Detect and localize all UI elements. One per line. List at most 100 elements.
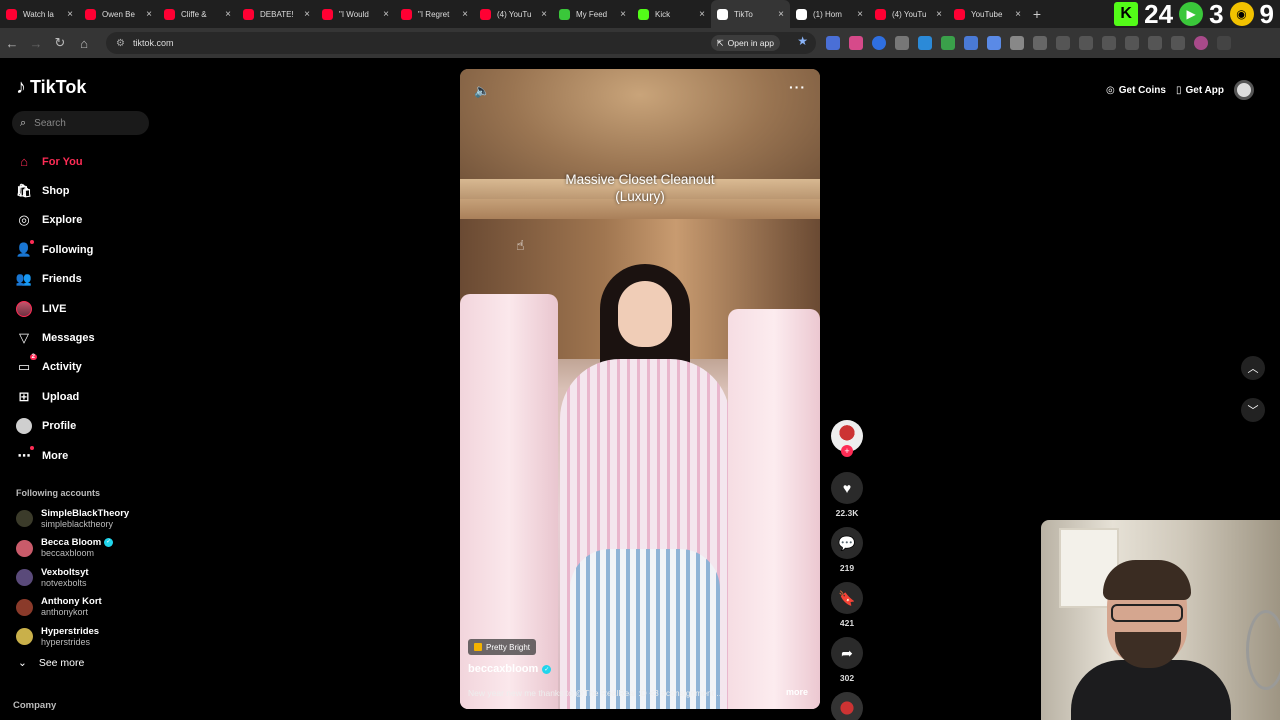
next-video-button[interactable]: ﹀ — [1241, 398, 1265, 422]
sidebar-item-activity[interactable]: ▭ 2 Activity — [16, 353, 95, 382]
close-tab-icon[interactable]: × — [462, 9, 468, 20]
site-info-icon[interactable]: ⚙ — [116, 38, 125, 49]
video-player[interactable]: Massive Closet Cleanout (Luxury) 🔈 ··· ☝… — [460, 69, 820, 709]
close-tab-icon[interactable]: × — [67, 9, 73, 20]
bookmark-star-icon[interactable]: ★ — [797, 34, 808, 48]
browser-tab[interactable]: (1) Hom × — [790, 0, 869, 28]
close-tab-icon[interactable]: × — [857, 9, 863, 20]
close-tab-icon[interactable]: × — [620, 9, 626, 20]
user-avatar[interactable] — [1234, 80, 1254, 100]
extension-icon[interactable] — [1148, 36, 1162, 50]
close-tab-icon[interactable]: × — [1015, 9, 1021, 20]
video-author[interactable]: beccaxbloom ✓ — [468, 663, 552, 675]
volume-icon[interactable]: 🔈 — [474, 83, 490, 99]
browser-tab[interactable]: "I Regret × — [395, 0, 474, 28]
home-icon[interactable]: ⌂ — [72, 36, 96, 51]
see-more-button[interactable]: ⌄ See more — [18, 657, 84, 669]
extension-icon[interactable] — [872, 36, 886, 50]
open-in-app-button[interactable]: ⇱ Open in app — [710, 35, 780, 51]
browser-tab[interactable]: YouTube × — [948, 0, 1027, 28]
sidebar-item-label: For You — [42, 155, 83, 168]
sidebar-icon[interactable] — [1125, 36, 1139, 50]
browser-tab[interactable]: Owen Be × — [79, 0, 158, 28]
close-tab-icon[interactable]: × — [936, 9, 942, 20]
close-tab-icon[interactable]: × — [778, 9, 784, 20]
close-tab-icon[interactable]: × — [383, 9, 389, 20]
sidebar-item-shop[interactable]: 🛍 Shop — [16, 176, 95, 205]
more-icon: ⋯ — [16, 445, 34, 464]
browser-tab[interactable]: (4) YouTu × — [474, 0, 553, 28]
profile-avatar[interactable] — [1194, 36, 1208, 50]
history-icon[interactable] — [1056, 36, 1070, 50]
like-button[interactable]: ♥ — [831, 472, 863, 504]
new-tab-button[interactable]: + — [1027, 6, 1047, 22]
sidebar-item-upload[interactable]: ⊞ Upload — [16, 382, 95, 411]
coin-icon: ◎ — [1106, 84, 1115, 96]
address-bar[interactable]: ⚙ tiktok.com ⇱ Open in app ★ — [106, 32, 816, 54]
close-tab-icon[interactable]: × — [699, 9, 705, 20]
browser-tab[interactable]: Kick × — [632, 0, 711, 28]
sidebar-item-more[interactable]: ⋯ More — [16, 441, 95, 470]
sidebar-item-profile[interactable]: Profile — [16, 412, 95, 441]
forward-icon[interactable]: → — [24, 36, 48, 51]
sidebar-item-explore[interactable]: ◎ Explore — [16, 206, 95, 235]
comment-button[interactable]: 💬 — [831, 527, 863, 559]
reload-icon[interactable]: ↻ — [48, 35, 72, 51]
following-account-item[interactable]: SimpleBlackTheory simpleblacktheory — [16, 504, 129, 534]
extension-icon[interactable] — [964, 36, 978, 50]
extension-icon[interactable] — [987, 36, 1001, 50]
back-icon[interactable]: ← — [0, 36, 24, 51]
sidebar-item-following[interactable]: 👤 Following — [16, 235, 95, 264]
tiktok-logo[interactable]: ♪ TikTok — [16, 76, 86, 99]
browser-tab[interactable]: My Feed × — [553, 0, 632, 28]
sidebar-item-for-you[interactable]: ⌂ For You — [16, 147, 95, 176]
more-options-icon[interactable]: ··· — [789, 79, 806, 95]
get-coins-button[interactable]: ◎ Get Coins — [1106, 85, 1166, 96]
mouse-cursor-icon: ☝ — [516, 237, 525, 253]
extension-icon[interactable] — [1079, 36, 1093, 50]
follow-plus-icon[interactable]: + — [841, 445, 853, 457]
extension-icon[interactable] — [826, 36, 840, 50]
extension-icon[interactable] — [849, 36, 863, 50]
avatar — [16, 539, 33, 557]
browser-tab[interactable]: "I Would × — [316, 0, 395, 28]
following-account-item[interactable]: Hyperstrides hyperstrides — [16, 622, 129, 652]
extension-icon[interactable] — [895, 36, 909, 50]
close-tab-icon[interactable]: × — [541, 9, 547, 20]
share-button[interactable]: ➦ — [831, 637, 863, 669]
media-icon[interactable] — [1171, 36, 1185, 50]
sidebar-item-friends[interactable]: 👥 Friends — [16, 265, 95, 294]
tiktok-note-icon: ♪ — [16, 76, 26, 98]
close-tab-icon[interactable]: × — [304, 9, 310, 20]
following-account-item[interactable]: Anthony Kort anthonykort — [16, 593, 129, 623]
music-tag[interactable]: Pretty Bright — [468, 639, 537, 655]
browser-tab[interactable]: Watch la × — [0, 0, 79, 28]
get-app-button[interactable]: ▯ Get App — [1176, 85, 1224, 96]
description-more-link[interactable]: more — [786, 687, 808, 697]
sidebar-item-messages[interactable]: ▽ Messages — [16, 323, 95, 352]
extension-icon[interactable] — [1033, 36, 1047, 50]
close-tab-icon[interactable]: × — [225, 9, 231, 20]
browser-tab[interactable]: (4) YouTu × — [869, 0, 948, 28]
save-button[interactable]: 🔖 — [831, 582, 863, 614]
devtools-icon[interactable] — [1102, 36, 1116, 50]
footer-company-link[interactable]: Company — [13, 700, 56, 711]
browser-tab[interactable]: DEBATE! × — [237, 0, 316, 28]
tab-favicon-icon — [85, 8, 96, 20]
following-account-item[interactable]: Becca Bloom ✓ beccaxbloom — [16, 534, 129, 564]
browser-tab[interactable]: Cliffe & × — [158, 0, 237, 28]
extension-icon[interactable] — [918, 36, 932, 50]
comment-count: 219 — [839, 563, 855, 573]
extension-icon[interactable] — [941, 36, 955, 50]
chevron-down-icon: ⌄ — [18, 657, 27, 669]
extension-icon[interactable] — [1010, 36, 1024, 50]
creator-avatar[interactable]: + — [831, 420, 863, 457]
following-account-item[interactable]: Vexboltsyt notvexbolts — [16, 563, 129, 593]
previous-video-button[interactable]: ︿ — [1241, 356, 1265, 380]
menu-icon[interactable] — [1217, 36, 1231, 50]
browser-tab[interactable]: TikTo × — [711, 0, 790, 28]
music-disc-icon[interactable] — [831, 692, 863, 720]
close-tab-icon[interactable]: × — [146, 9, 152, 20]
sidebar-item-live[interactable]: LIVE — [16, 294, 95, 323]
search-input[interactable]: ⌕ Search — [12, 111, 149, 135]
